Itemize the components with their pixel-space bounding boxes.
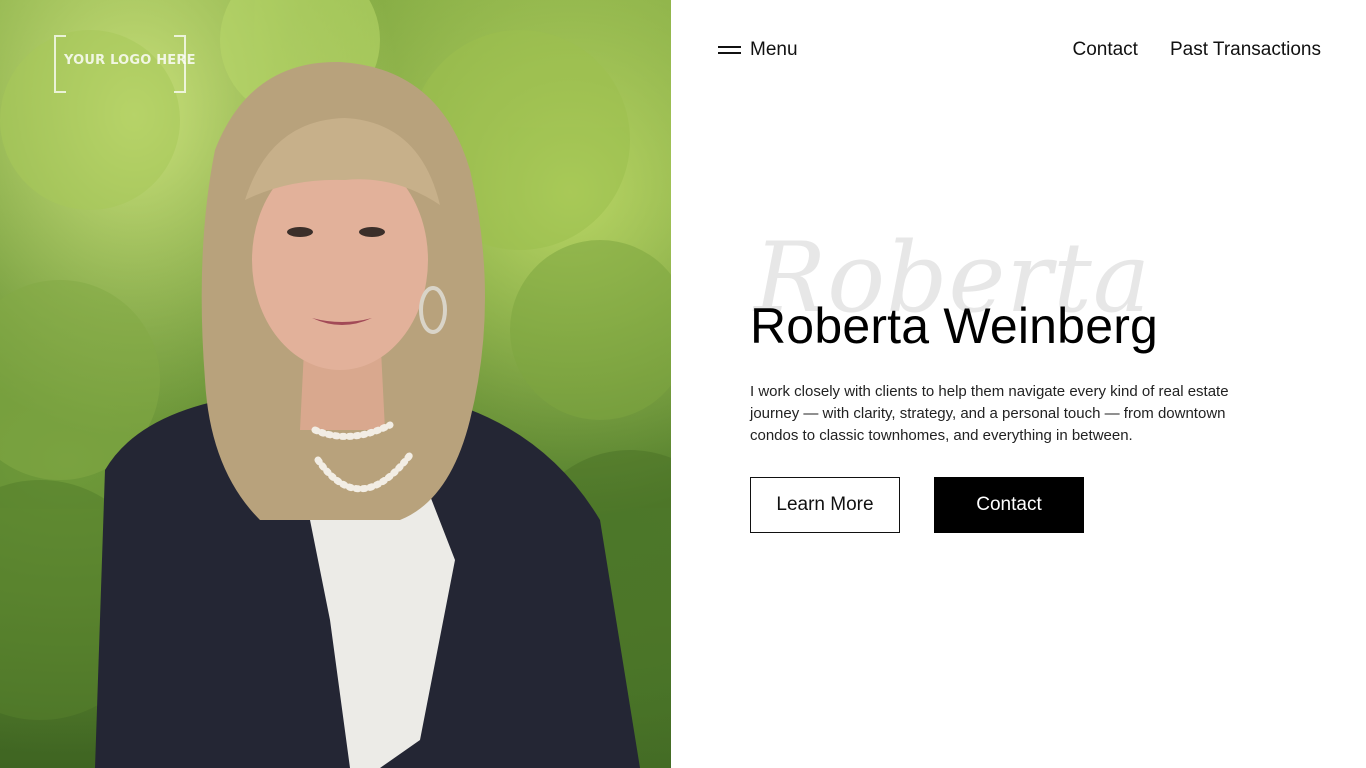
agent-portrait-photo: YOUR LOGO HERE <box>0 0 671 768</box>
hamburger-icon <box>718 46 741 54</box>
agent-description: I work closely with clients to help them… <box>750 382 1229 444</box>
logo-text: YOUR LOGO HERE <box>64 53 196 68</box>
learn-more-button[interactable]: Learn More <box>750 476 900 533</box>
menu-label: Menu <box>750 39 798 60</box>
nav-link-contact[interactable]: Contact <box>1072 39 1137 61</box>
menu-toggle-button[interactable]: Menu <box>718 39 798 61</box>
site-logo[interactable]: YOUR LOGO HERE <box>54 35 195 93</box>
cta-buttons: Learn More Contact <box>750 476 1270 533</box>
nav-links: Contact Past Transactions <box>1072 39 1321 61</box>
hero-section: Roberta Roberta Weinberg I work closely … <box>750 222 1270 533</box>
agent-name-heading: Roberta Weinberg <box>750 298 1159 354</box>
hero-content-panel: Menu Contact Past Transactions Roberta R… <box>671 0 1366 768</box>
contact-button[interactable]: Contact <box>934 476 1084 533</box>
page: YOUR LOGO HERE Menu Contact Past Transac… <box>0 0 1366 768</box>
nav-link-past-transactions[interactable]: Past Transactions <box>1170 39 1321 61</box>
portrait-illustration <box>0 0 671 768</box>
top-navigation: Menu Contact Past Transactions <box>718 36 1321 64</box>
